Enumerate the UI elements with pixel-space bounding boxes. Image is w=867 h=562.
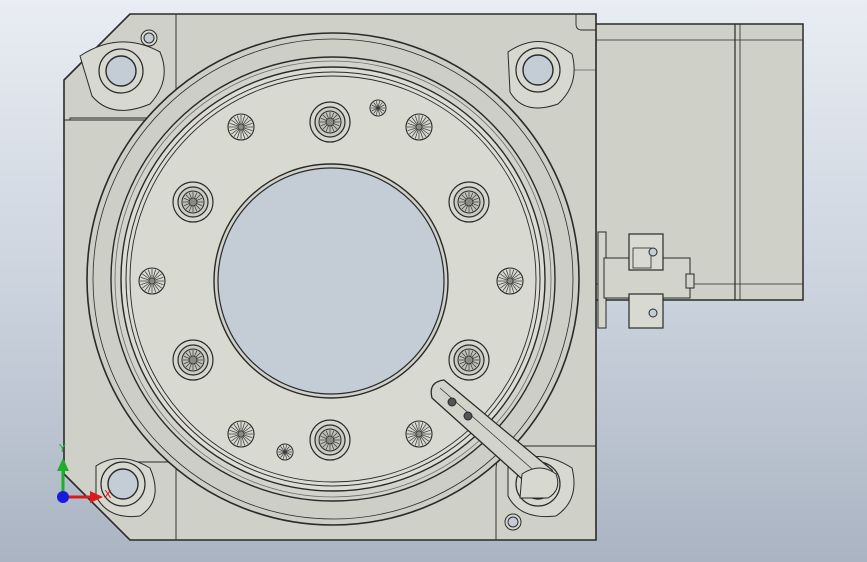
cad-viewport[interactable]: X Y: [0, 0, 867, 562]
z-axis-dot: [57, 491, 69, 503]
center-bore: [213, 163, 449, 399]
y-axis-label: Y: [58, 442, 66, 455]
x-axis-label: X: [104, 488, 112, 501]
corner-pocket-top-right: [507, 41, 575, 109]
